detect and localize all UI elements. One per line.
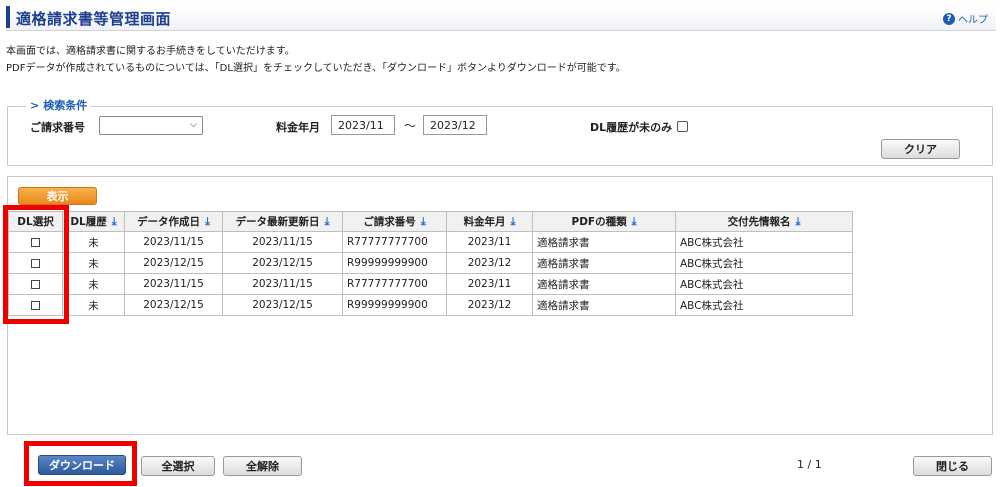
column-header-billing-month[interactable]: 料金年月 ⤓ [446, 211, 533, 232]
help-label: ヘルプ [958, 15, 988, 26]
invoice-no-cell: R77777777700 [342, 231, 447, 253]
created-date-cell: 2023/12/15 [124, 252, 223, 274]
invoice-number-select[interactable]: ⌵ [99, 116, 203, 135]
dl-history-cell: 未 [62, 294, 125, 316]
search-conditions-panel [7, 106, 993, 166]
column-header-recipient[interactable]: 交付先情報名 ⤓ [675, 211, 853, 232]
download-sort-icon[interactable]: ⤓ [511, 215, 516, 229]
billing-month-cell: 2023/11 [446, 273, 533, 295]
pdf-type-cell: 適格請求書 [532, 252, 676, 274]
created-date-cell: 2023/11/15 [124, 231, 223, 253]
title-bar: 適格請求書等管理画面 ? ヘルプ [6, 5, 996, 31]
description-line-2: PDFデータが作成されているものについては、「DL選択」をチェックしていただき、… [6, 63, 626, 74]
recipient-cell: ABC株式会社 [675, 294, 853, 316]
page-description: 本画面では、適格請求書に関するお手続きをしていただけます。 PDFデータが作成さ… [6, 43, 626, 77]
download-sort-icon[interactable]: ⤓ [205, 215, 210, 229]
billing-month-cell: 2023/11 [446, 231, 533, 253]
description-line-1: 本画面では、適格請求書に関するお手続きをしていただけます。 [6, 46, 295, 57]
table-header-row: DL選択 DL履歴 ⤓ データ作成日 ⤓ データ最新更新日 ⤓ ご請求番号 ⤓ 料金年月… [8, 211, 853, 232]
show-button[interactable]: 表示 [18, 187, 97, 205]
download-button[interactable]: ダウンロード [38, 455, 126, 475]
invoice-no-cell: R99999999900 [342, 294, 447, 316]
table-row: 未 2023/11/15 2023/11/15 R77777777700 202… [8, 273, 853, 295]
billing-month-to-input[interactable]: 2023/12 [423, 115, 487, 135]
billing-month-cell: 2023/12 [446, 294, 533, 316]
updated-date-cell: 2023/12/15 [222, 294, 343, 316]
created-date-cell: 2023/11/15 [124, 273, 223, 295]
download-sort-icon[interactable]: ⤓ [632, 215, 637, 229]
select-all-button[interactable]: 全選択 [141, 456, 215, 476]
search-legend-label: 検索条件 [43, 99, 88, 112]
column-header-created-date[interactable]: データ作成日 ⤓ [124, 211, 223, 232]
dl-history-cell: 未 [62, 252, 125, 274]
table-row: 未 2023/12/15 2023/12/15 R99999999900 202… [8, 294, 853, 316]
billing-month-label: 料金年月 [276, 121, 320, 134]
created-date-cell: 2023/12/15 [124, 294, 223, 316]
download-sort-icon[interactable]: ⤓ [421, 215, 426, 229]
invoice-no-cell: R77777777700 [342, 273, 447, 295]
billing-month-cell: 2023/12 [446, 252, 533, 274]
download-sort-icon[interactable]: ⤓ [325, 215, 330, 229]
pdf-type-cell: 適格請求書 [532, 294, 676, 316]
page-indicator: 1 / 1 [797, 458, 822, 471]
deselect-all-button[interactable]: 全解除 [223, 456, 302, 476]
chevron-down-icon: ⌵ [190, 120, 197, 130]
question-icon: ? [943, 12, 955, 25]
recipient-cell: ABC株式会社 [675, 252, 853, 274]
recipient-cell: ABC株式会社 [675, 231, 853, 253]
recipient-cell: ABC株式会社 [675, 273, 853, 295]
updated-date-cell: 2023/12/15 [222, 252, 343, 274]
invoice-no-cell: R99999999900 [342, 252, 447, 274]
column-header-dl-history[interactable]: DL履歴 ⤓ [62, 211, 125, 232]
updated-date-cell: 2023/11/15 [222, 273, 343, 295]
help-link[interactable]: ? ヘルプ [943, 11, 988, 26]
updated-date-cell: 2023/11/15 [222, 231, 343, 253]
results-table: DL選択 DL履歴 ⤓ データ作成日 ⤓ データ最新更新日 ⤓ ご請求番号 ⤓ 料金年月… [8, 211, 853, 316]
pdf-type-cell: 適格請求書 [532, 273, 676, 295]
title-accent-bar [6, 6, 10, 28]
table-row: 未 2023/11/15 2023/11/15 R77777777700 202… [8, 231, 853, 253]
column-header-updated-date[interactable]: データ最新更新日 ⤓ [222, 211, 343, 232]
download-sort-icon[interactable]: ⤓ [796, 215, 801, 229]
pdf-type-cell: 適格請求書 [532, 231, 676, 253]
dl-history-cell: 未 [62, 231, 125, 253]
page-title: 適格請求書等管理画面 [16, 10, 172, 28]
close-button[interactable]: 閉じる [913, 456, 992, 476]
invoice-number-label: ご請求番号 [30, 121, 85, 134]
clear-button[interactable]: クリア [881, 139, 960, 159]
column-header-pdf-type[interactable]: PDFの種類 ⤓ [532, 211, 676, 232]
table-row: 未 2023/12/15 2023/12/15 R99999999900 202… [8, 252, 853, 274]
dl-history-cell: 未 [62, 273, 125, 295]
dl-unhistory-label: DL履歴が未のみ [590, 121, 673, 134]
billing-month-from-input[interactable]: 2023/11 [331, 115, 395, 135]
search-conditions-legend[interactable]: > 検索条件 [26, 97, 92, 113]
dl-unhistory-checkbox[interactable] [677, 121, 688, 132]
highlight-dl-select-column [3, 205, 69, 324]
chevron-right-icon: > [30, 98, 40, 112]
range-separator: 〜 [404, 119, 417, 133]
download-sort-icon[interactable]: ⤓ [112, 215, 117, 229]
column-header-invoice-no[interactable]: ご請求番号 ⤓ [342, 211, 447, 232]
